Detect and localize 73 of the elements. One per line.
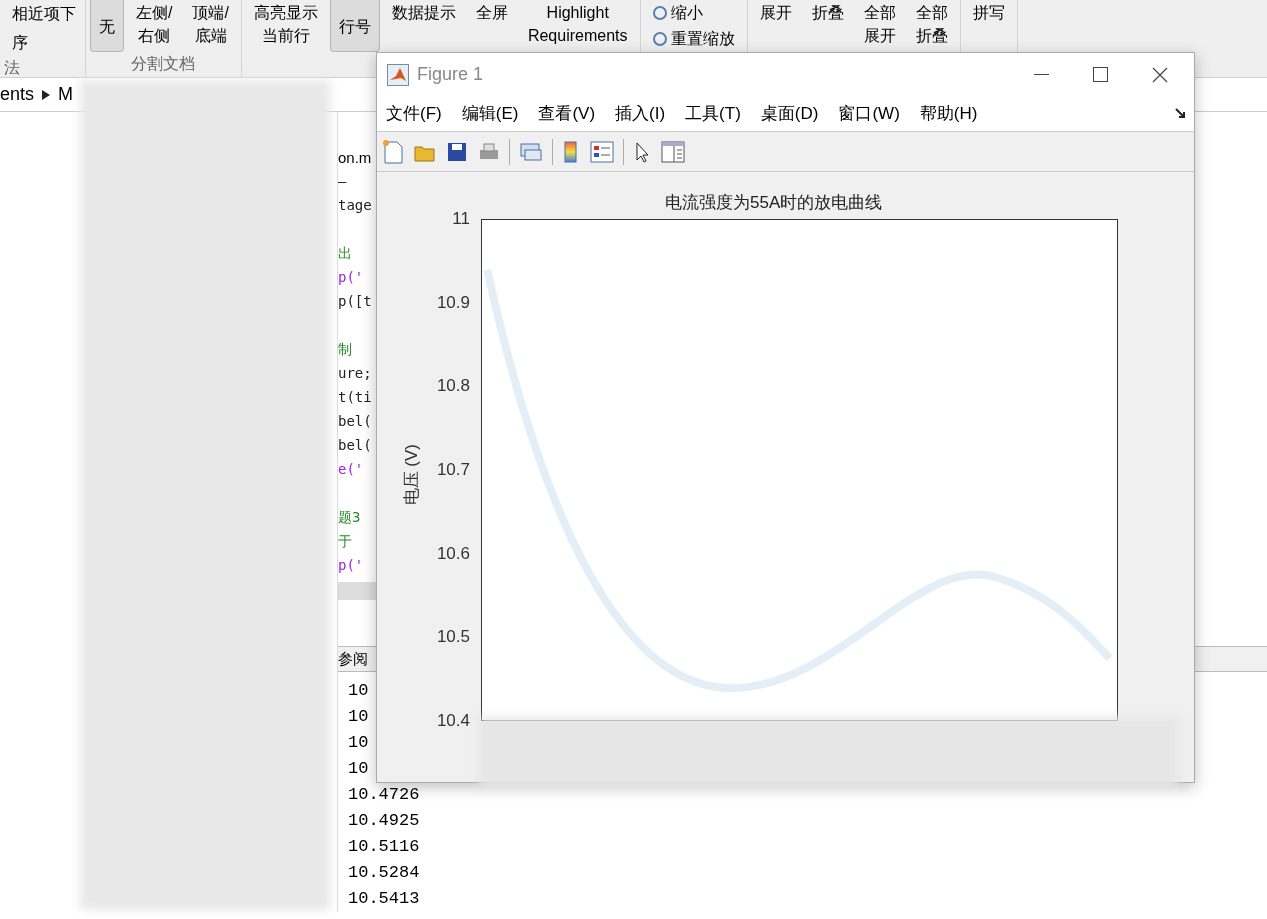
ribbon-button[interactable]: 拼写 [964,0,1013,24]
panel-icon[interactable] [660,139,686,164]
code-line: 制 [338,340,352,359]
app-icon [387,63,409,86]
window-title: Figure 1 [417,63,484,86]
axes-title: 电流强度为55A时的放电曲线 [665,192,883,214]
ribbon-button[interactable]: 行号 [329,0,380,52]
code-line: e(' [338,460,364,479]
ribbon-button[interactable]: 全部展开 [855,0,904,47]
code-line: tage [338,196,372,215]
menu-item[interactable]: 插入(I) [615,100,666,127]
ribbon-button[interactable]: 展开 [751,0,800,24]
ribbon-button[interactable]: 折叠 [803,0,852,24]
menu-item[interactable]: 帮助(H) [919,100,978,127]
ribbon-button[interactable]: 序 [4,29,36,56]
ribbon-button[interactable]: 无 [90,0,124,52]
code-line: ure; [338,364,372,383]
code-line: t(ti [338,388,372,407]
ribbon-button[interactable]: Highlight Requirements [519,0,636,47]
y-tick-label: 10.5 [436,627,470,648]
code-line: bel( [338,436,372,455]
scrollbar[interactable] [338,582,376,600]
path-segment[interactable]: ents [0,81,35,108]
code-line: 于 [338,532,352,551]
output-line: 10 [348,758,369,780]
code-line: p([t [338,292,372,311]
dock-arrow-icon[interactable] [1175,108,1186,119]
menu-item[interactable]: 桌面(D) [760,100,819,127]
ribbon-button[interactable]: 相近项下 [4,0,84,27]
y-tick-label: 10.9 [436,292,470,313]
output-line: 10.5116 [348,836,420,858]
code-line: p(' [338,556,364,575]
y-tick-label: 10.6 [436,543,470,564]
menu-item[interactable]: 工具(T) [685,100,741,127]
output-line: 10 [348,680,369,702]
code-line: p(' [338,268,364,287]
close-icon[interactable] [1152,66,1168,83]
code-line: – [338,172,347,191]
ribbon-button[interactable]: 左侧/ 右侧 [128,0,181,47]
code-line: bel( [338,412,372,431]
caret-icon [42,89,51,100]
maximize-icon[interactable] [1093,67,1108,82]
y-tick-label: 10.8 [436,376,470,397]
new-file-icon[interactable] [381,138,405,165]
ribbon-button[interactable]: 全部折叠 [907,0,956,47]
output-line: 10 [348,706,369,728]
y-tick-label: 10.4 [436,711,470,731]
group-caption: 分割文档 [131,54,196,74]
output-line: 10 [348,732,369,754]
menu-item[interactable]: 查看(V) [538,100,596,127]
ribbon-button[interactable]: 高亮显示当前行 [245,0,326,47]
output-line: 10.5413 [348,888,420,910]
group-caption: 法 [4,58,20,78]
y-tick-label: 11 [452,209,470,229]
header-label: 参阅 [338,648,368,669]
menu-item[interactable]: 编辑(E) [461,100,519,127]
y-tick-label: 10.7 [436,460,470,480]
ribbon-button[interactable]: 顶端/ 底端 [184,0,237,47]
output-line: 10.4925 [348,810,420,832]
legend-icon[interactable] [589,139,615,164]
code-line: 题3 [338,508,361,527]
ribbon-button[interactable]: 数据提示 [383,0,464,24]
path-segment[interactable]: M [58,81,74,108]
menu-item[interactable]: 文件(F) [386,100,442,127]
code-line: 出 [338,244,352,263]
y-axis-label: 电压 (V) [400,444,422,506]
ribbon-button[interactable]: 全屏 [467,0,516,24]
output-line: 10.5284 [348,862,420,884]
editor-tab[interactable]: on.m [338,147,372,169]
zoom-button[interactable]: 缩小 [644,0,711,24]
output-line: 10.4726 [348,784,420,806]
zoom-button[interactable]: 重置缩放 [644,26,743,50]
menu-item[interactable]: 窗口(W) [838,100,900,127]
